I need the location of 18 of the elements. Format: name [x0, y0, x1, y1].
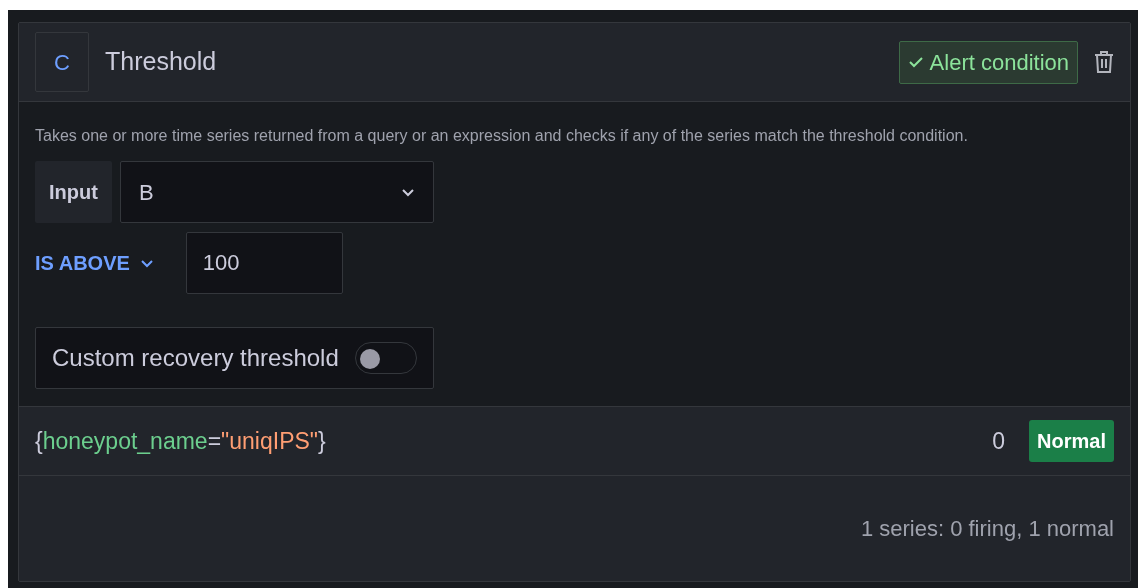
chevron-down-icon [400, 187, 415, 197]
delete-icon[interactable] [1094, 50, 1114, 74]
check-icon [907, 56, 924, 68]
description-text: Takes one or more time series returned from a query or an expression and checks if any of the series match the threshold condition. [34, 126, 969, 146]
alert-condition-button[interactable]: Alert condition [898, 40, 1078, 84]
query-title: Threshold [105, 46, 217, 78]
state-badge: Normal [1029, 420, 1114, 462]
threshold-input[interactable]: 100 [185, 232, 343, 294]
series-label: {honeypot_name="uniqIPS"} [35, 426, 326, 456]
chevron-down-icon [139, 258, 154, 268]
recovery-toggle[interactable] [354, 342, 417, 374]
query-ref-id: C [35, 32, 89, 92]
series-summary: 1 series: 0 firing, 1 normal [860, 515, 1114, 543]
series-value: 0 [992, 426, 1006, 456]
recovery-label: Custom recovery threshold [52, 343, 339, 373]
input-select[interactable]: B [119, 161, 434, 223]
operator-dropdown[interactable]: IS ABOVE [19, 232, 170, 294]
input-label: Input [35, 161, 112, 223]
